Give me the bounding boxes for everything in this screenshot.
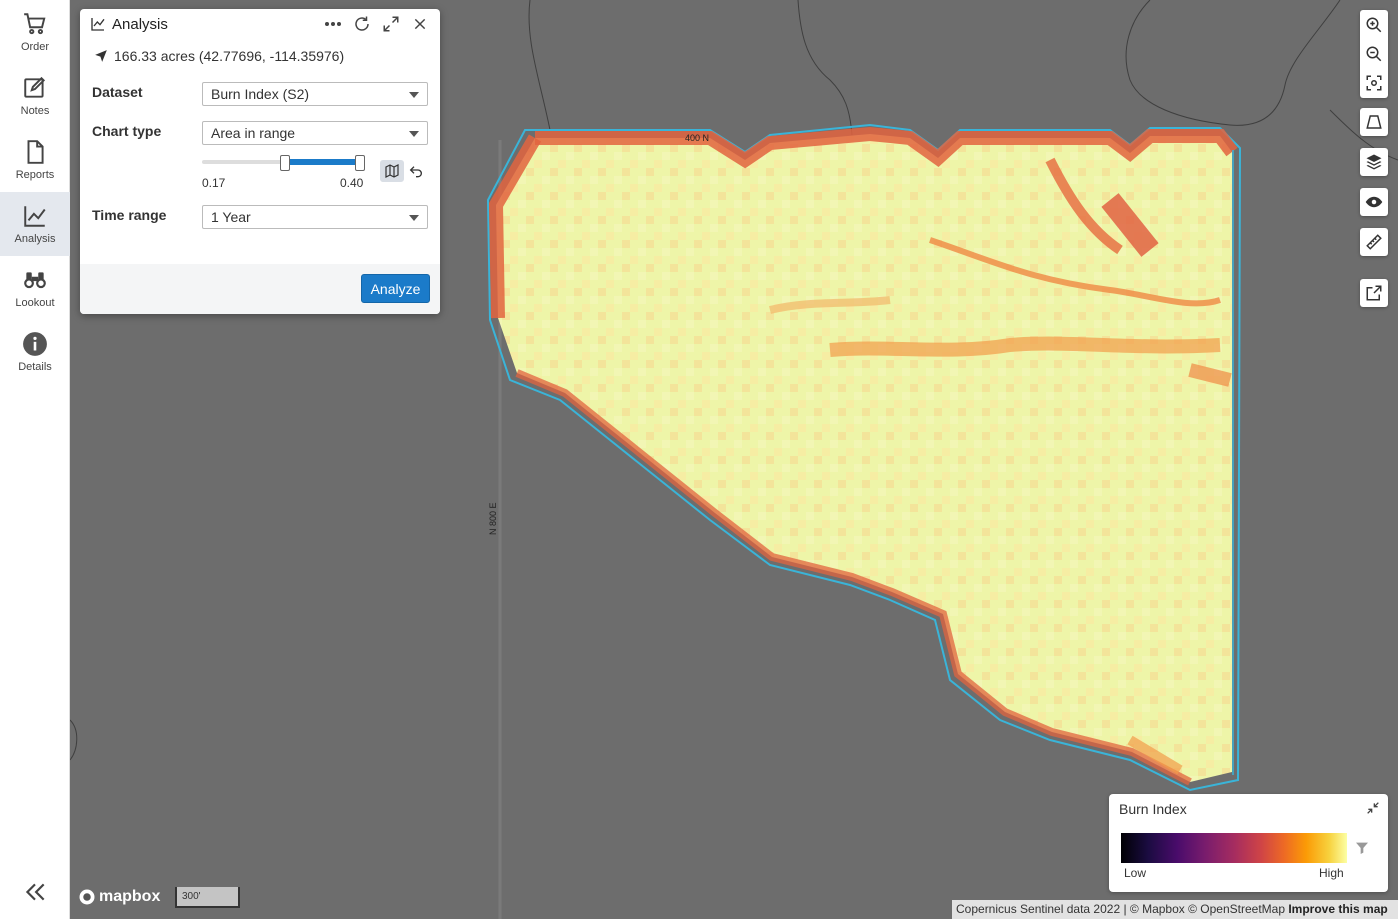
cart-icon	[24, 13, 46, 35]
nav-item-analysis[interactable]: Analysis	[0, 192, 70, 256]
panel-footer: Analyze	[80, 264, 440, 314]
zoom-in-icon[interactable]	[1360, 10, 1388, 39]
perspective-tool[interactable]	[1360, 108, 1388, 136]
time-range-value: 1 Year	[211, 209, 251, 225]
dataset-value: Burn Index (S2)	[211, 86, 310, 102]
refresh-icon[interactable]	[352, 14, 372, 34]
layers-tool[interactable]	[1360, 148, 1388, 176]
nav-item-order[interactable]: Order	[0, 0, 70, 64]
time-range-select[interactable]: 1 Year	[202, 205, 428, 229]
zoom-out-icon[interactable]	[1360, 39, 1388, 68]
info-icon	[23, 332, 47, 356]
collapse-icon[interactable]	[1365, 800, 1381, 816]
chevron-down-icon	[409, 92, 419, 98]
analysis-panel: Analysis 166.33 acres (42.77696, -114.35…	[80, 9, 440, 314]
legend-title: Burn Index	[1119, 801, 1187, 817]
road-label-top: 400 N	[685, 133, 710, 143]
chart-type-value: Area in range	[211, 125, 296, 141]
zoom-to-fit-icon[interactable]	[1360, 68, 1388, 97]
dataset-label: Dataset	[92, 84, 143, 100]
panel-header: Analysis	[80, 9, 440, 39]
legend-high-label: High	[1319, 866, 1344, 880]
attribution-text: Copernicus Sentinel data 2022 | © Mapbox…	[956, 902, 1285, 916]
edit-icon	[24, 76, 46, 98]
improve-map-link[interactable]: Improve this map	[1288, 902, 1387, 916]
visibility-tool[interactable]	[1360, 188, 1388, 216]
nav-label-reports: Reports	[15, 169, 55, 181]
slider-thumb-max[interactable]	[355, 155, 365, 171]
chevron-down-icon	[409, 131, 419, 137]
mapbox-logo-icon	[79, 889, 95, 905]
chart-line-icon	[24, 206, 46, 227]
legend-panel: Burn Index Low High	[1109, 794, 1388, 892]
dataset-select[interactable]: Burn Index (S2)	[202, 82, 428, 106]
double-chevron-left-icon[interactable]	[22, 879, 48, 905]
chart-type-label: Chart type	[92, 123, 162, 139]
nav-label-analysis: Analysis	[14, 233, 56, 245]
more-options-icon[interactable]	[323, 14, 343, 34]
mapbox-logo-text: mapbox	[99, 888, 161, 905]
side-navigation: Order Notes Reports Analysis Lookout Det…	[0, 0, 70, 919]
perspective-icon	[1366, 115, 1382, 129]
chart-type-select[interactable]: Area in range	[202, 121, 428, 145]
external-link-tool[interactable]	[1360, 279, 1388, 307]
eye-icon	[1365, 196, 1383, 208]
scale-bar: 300'	[175, 887, 240, 908]
range-max-value: 0.40	[340, 176, 364, 190]
map-attribution: Copernicus Sentinel data 2022 | © Mapbox…	[952, 900, 1398, 919]
nav-item-lookout[interactable]: Lookout	[0, 256, 70, 320]
nav-item-reports[interactable]: Reports	[0, 128, 70, 192]
time-range-label: Time range	[92, 207, 167, 223]
close-icon[interactable]	[410, 14, 430, 34]
ruler-icon	[1366, 234, 1382, 250]
chart-line-icon	[91, 18, 105, 31]
legend-color-bar	[1121, 833, 1347, 863]
slider-thumb-min[interactable]	[280, 155, 290, 171]
nav-label-lookout: Lookout	[15, 297, 55, 309]
range-slider[interactable]	[202, 155, 365, 171]
nav-label-order: Order	[20, 41, 50, 53]
mapbox-logo[interactable]: mapbox	[78, 888, 160, 906]
map-view-toggle[interactable]	[380, 160, 404, 182]
location-text: 166.33 acres (42.77696, -114.35976)	[114, 48, 345, 64]
analyze-button[interactable]: Analyze	[361, 274, 430, 303]
legend-low-label: Low	[1124, 866, 1147, 880]
zoom-controls	[1360, 10, 1388, 98]
filter-icon[interactable]	[1354, 840, 1370, 856]
binoculars-icon	[24, 272, 46, 289]
location-info: 166.33 acres (42.77696, -114.35976)	[80, 39, 440, 67]
nav-item-notes[interactable]: Notes	[0, 64, 70, 128]
document-icon	[27, 140, 44, 164]
layers-icon	[1366, 154, 1382, 170]
map-icon	[385, 164, 399, 178]
panel-title: Analysis	[112, 15, 168, 33]
undo-icon[interactable]	[406, 162, 426, 182]
chevron-down-icon	[409, 215, 419, 221]
location-arrow-icon	[95, 50, 107, 62]
range-min-value: 0.17	[202, 176, 226, 190]
nav-item-details[interactable]: Details	[0, 320, 70, 384]
road-label-side: N 800 E	[488, 502, 498, 535]
expand-icon[interactable]	[381, 14, 401, 34]
measure-tool[interactable]	[1360, 228, 1388, 256]
nav-label-details: Details	[18, 361, 52, 373]
slider-fill	[286, 159, 362, 165]
external-link-icon	[1366, 285, 1382, 301]
nav-label-notes: Notes	[20, 105, 50, 117]
